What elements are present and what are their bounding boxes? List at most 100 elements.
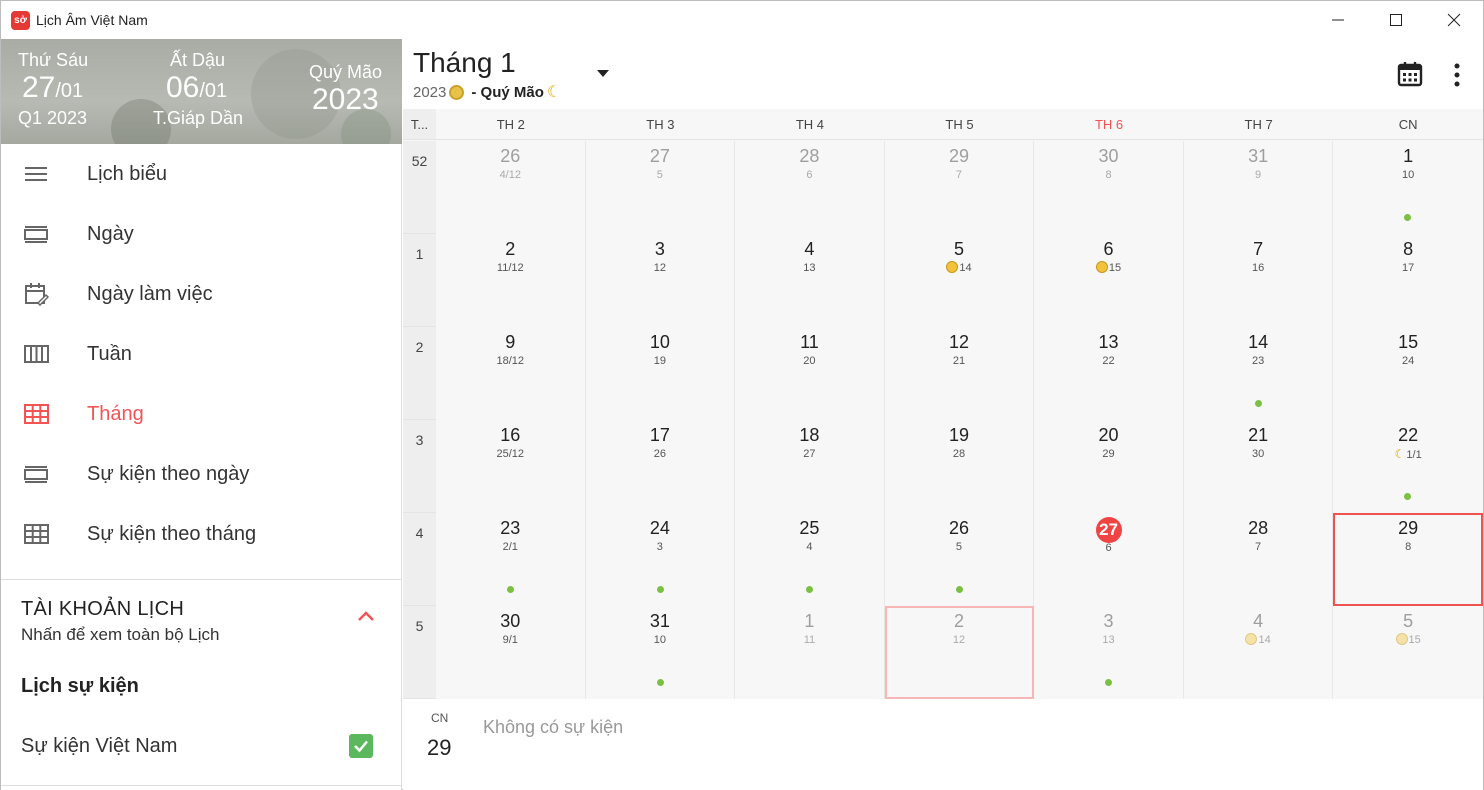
lunar-date: 24 [1402, 355, 1415, 367]
weekday-header: CN [1333, 109, 1483, 139]
day-cell[interactable]: 18 27 [735, 420, 885, 513]
day-cell[interactable]: 14 23 [1183, 327, 1334, 420]
day-cell[interactable]: 29 8 [1333, 513, 1483, 606]
lunar-year-block: Quý Mão 2023 [309, 62, 382, 117]
nav-item-agenda[interactable]: Lịch biểu [1, 144, 401, 204]
maximize-button[interactable] [1367, 1, 1425, 39]
more-vertical-icon[interactable] [1453, 63, 1461, 87]
lunar-date: 12 [653, 262, 666, 274]
solar-date: 27 [1034, 513, 1183, 543]
weekday-label: Thứ Sáu [18, 50, 89, 70]
weekday-header-row: T... TH 2 TH 3 TH 4 TH 5 TH 6 TH 7 CN [403, 109, 1483, 140]
solar-date: 29 [1398, 518, 1419, 538]
day-cell[interactable]: 3 13 [1034, 606, 1184, 699]
lunar-date: 5 [955, 541, 963, 553]
day-cell[interactable]: 25 4 [735, 513, 885, 606]
nav-label: Tháng [87, 402, 144, 425]
year-number: 2023 [413, 83, 447, 101]
day-cell[interactable]: 4 13 [735, 234, 885, 327]
solar-date: 10 [649, 332, 670, 352]
event-dot-icon [1404, 214, 1412, 221]
day-cell[interactable]: 7 16 [1183, 234, 1334, 327]
day-cell[interactable]: 28 6 [735, 141, 885, 234]
day-cell[interactable]: 28 7 [1183, 513, 1334, 606]
solar-date: 4 [804, 239, 815, 259]
day-cell[interactable]: 5 15 [1333, 606, 1483, 699]
day-cell[interactable]: 30 8 [1034, 141, 1184, 234]
day-cell[interactable]: 22 ☾1/1 [1333, 420, 1483, 513]
day-cell[interactable]: 24 3 [585, 513, 736, 606]
day-cell[interactable]: 6 15 [1034, 234, 1184, 327]
day-cell[interactable]: 20 29 [1034, 420, 1184, 513]
full-moon-icon [1245, 633, 1258, 645]
day-cell[interactable]: 27 6 [1034, 513, 1184, 606]
day-cell[interactable]: 17 26 [585, 420, 736, 513]
calendar-item-vietnam[interactable]: Sự kiện Việt Nam [1, 698, 401, 758]
day-cell[interactable]: 29 7 [884, 141, 1035, 234]
day-cell[interactable]: 19 28 [884, 420, 1035, 513]
day-cell[interactable]: 12 21 [884, 327, 1035, 420]
day-cell[interactable]: 15 24 [1333, 327, 1483, 420]
day-cell[interactable]: 2 12 [884, 606, 1035, 699]
caret-down-icon[interactable] [596, 69, 610, 79]
week-row: 3 16 25/12 17 26 18 27 19 28 20 29 21 30 22 ☾1/1 [403, 420, 1483, 513]
day-cell[interactable]: 23 2/1 [436, 513, 586, 606]
selected-day: 29 [427, 735, 452, 760]
day-cell[interactable]: 11 20 [735, 327, 885, 420]
solar-date: 19 [948, 425, 969, 445]
close-button[interactable] [1425, 1, 1483, 39]
event-dot-icon [806, 586, 814, 593]
day-cell[interactable]: 4 14 [1183, 606, 1334, 699]
weekday-header: TH 6 [1034, 109, 1184, 139]
lunar-date: 6 [806, 169, 813, 181]
quarter-label: Q1 2023 [18, 108, 88, 128]
lunar-date: 23 [1251, 355, 1265, 367]
checkmark-icon [354, 740, 368, 753]
month-title[interactable]: Tháng 1 [413, 47, 516, 79]
full-moon-icon [946, 261, 959, 273]
day-cell[interactable]: 16 25/12 [436, 420, 586, 513]
nav-item-workday[interactable]: Ngày làm việc [1, 264, 401, 324]
solar-date: 18 [799, 425, 820, 445]
day-cell[interactable]: 13 22 [1034, 327, 1184, 420]
nav-item-month[interactable]: Tháng [1, 384, 401, 444]
solar-date: 2 [505, 239, 516, 259]
day-cell[interactable]: 26 5 [884, 513, 1035, 606]
day-cell[interactable]: 30 9/1 [436, 606, 586, 699]
solar-date: 1 [804, 611, 815, 631]
nav-item-day[interactable]: Ngày [1, 204, 401, 264]
day-cell[interactable]: 26 4/12 [436, 141, 586, 234]
solar-date: 23 [500, 518, 521, 538]
day-cell[interactable]: 21 30 [1183, 420, 1334, 513]
day-cell[interactable]: 1 11 [735, 606, 885, 699]
agenda-icon [24, 163, 50, 185]
day-cell[interactable]: 5 14 [884, 234, 1035, 327]
day-cell[interactable]: 10 19 [585, 327, 736, 420]
calendar-account-section[interactable]: TÀI KHOẢN LỊCH Nhấn để xem toàn bộ Lịch [1, 580, 401, 645]
month-header: Tháng 1 2023 - Quý Mão ☾ [403, 39, 1483, 109]
day-cell[interactable]: 31 10 [585, 606, 736, 699]
day-cell[interactable]: 8 17 [1333, 234, 1483, 327]
event-dot-icon [507, 586, 514, 593]
nav-item-events-by-month[interactable]: Sự kiện theo tháng [1, 504, 401, 564]
nav-item-events-by-day[interactable]: Sự kiện theo ngày [1, 444, 401, 504]
calendar-icon[interactable] [1397, 61, 1423, 87]
date-banner[interactable]: Thứ Sáu 27/01 Q1 2023 Ất Dậu 06/01 T.Giá… [1, 39, 402, 144]
nav-item-week[interactable]: Tuần [1, 324, 401, 384]
calendar-checkbox[interactable] [349, 734, 373, 758]
lunar-date: 17 [1402, 262, 1415, 274]
chevron-up-icon[interactable] [357, 610, 375, 622]
lunar-date: 9/1 [502, 634, 518, 646]
workday-icon [24, 283, 50, 306]
day-cell[interactable]: 27 5 [585, 141, 736, 234]
day-cell[interactable]: 3 12 [585, 234, 736, 327]
day-cell[interactable]: 9 18/12 [436, 327, 586, 420]
solar-date: 15 [1398, 332, 1419, 352]
day-cell[interactable]: 31 9 [1183, 141, 1334, 234]
solar-date: 26 [948, 518, 969, 538]
solar-date: 5 [1403, 611, 1414, 631]
day-cell[interactable]: 2 11/12 [436, 234, 586, 327]
minimize-button[interactable] [1309, 1, 1367, 39]
day-cell[interactable]: 1 10 [1333, 141, 1483, 234]
nav-label: Lịch biểu [87, 162, 168, 185]
